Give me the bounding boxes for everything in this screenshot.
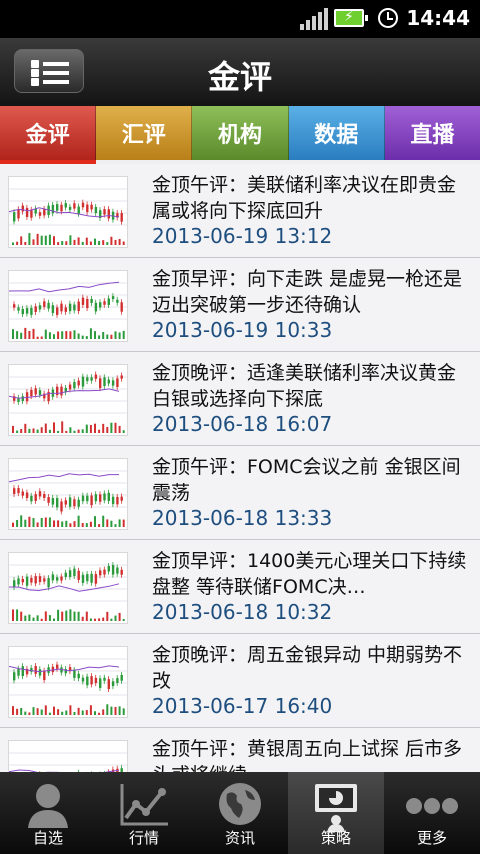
status-time: 14:44 <box>406 6 470 30</box>
list-item[interactable]: 金顶午评：FOMC会议之前 金银区间震荡 2013-06-18 13:33 <box>0 446 480 540</box>
article-date: 2013-06-19 10:33 <box>152 318 333 342</box>
list-item[interactable]: 金顶早评：1400美元心理关口下持续盘整 等待联储FOMC决… 2013-06-… <box>0 540 480 634</box>
nav-label: 更多 <box>416 829 447 847</box>
article-date: 2013-06-17 16:40 <box>152 694 333 718</box>
chart-thumbnail <box>8 458 128 530</box>
tab-gold-review[interactable]: 金评 <box>0 106 97 160</box>
article-date: 2013-06-18 13:33 <box>152 506 333 530</box>
battery-charging-icon: ⚡ <box>334 9 368 27</box>
article-headline: 金顶早评：向下走跌 是虚晃一枪还是迈出突破第一步还待确认 <box>152 268 463 316</box>
nav-more[interactable]: 更多 <box>384 772 480 854</box>
bottom-nav: 自选 行情 资讯 策略 更多 <box>0 772 480 854</box>
category-tabs: 金评 汇评 机构 数据 直播 <box>0 106 480 164</box>
chart-thumbnail <box>8 364 128 436</box>
list-item[interactable]: 金顶晚评：适逢美联储利率决议黄金白银或选择向下探底 2013-06-18 16:… <box>0 352 480 446</box>
line-chart-icon <box>120 784 168 826</box>
article-headline: 金顶午评：FOMC会议之前 金银区间震荡 <box>152 456 461 504</box>
article-headline: 金顶午评：黄银周五向上试探 后市多头或将继续 <box>152 738 463 772</box>
tab-institutions[interactable]: 机构 <box>192 106 289 160</box>
nav-strategy[interactable]: 策略 <box>288 772 384 854</box>
tab-forex-review[interactable]: 汇评 <box>96 106 193 160</box>
status-bar: ⚡ 14:44 <box>0 0 480 38</box>
page-title: 金评 <box>207 58 272 96</box>
article-headline: 金顶早评：1400美元心理关口下持续盘整 等待联储FOMC决… <box>152 550 467 598</box>
list-item[interactable]: 金顶早评：向下走跌 是虚晃一枪还是迈出突破第一步还待确认 2013-06-19 … <box>0 258 480 352</box>
globe-icon <box>219 783 261 825</box>
signal-icon <box>300 8 328 30</box>
chart-thumbnail <box>8 552 128 624</box>
nav-label: 自选 <box>32 829 63 847</box>
person-icon <box>28 784 68 828</box>
article-headline: 金顶晚评：适逢美联储利率决议黄金白银或选择向下探底 <box>152 362 457 410</box>
app-header: 金评 <box>0 38 480 106</box>
list-item[interactable]: 金顶晚评：周五金银异动 中期弱势不改 2013-06-17 16:40 <box>0 634 480 728</box>
article-headline: 金顶午评：美联储利率决议在即贵金属或将向下探底回升 <box>152 174 457 222</box>
nav-label: 资讯 <box>224 829 255 847</box>
presentation-board-icon <box>315 784 357 832</box>
alarm-clock-icon <box>378 8 398 28</box>
article-list[interactable]: 金顶午评：美联储利率决议在即贵金属或将向下探底回升 2013-06-19 13:… <box>0 164 480 772</box>
article-date: 2013-06-18 16:07 <box>152 412 333 436</box>
list-item[interactable]: 金顶午评：黄银周五向上试探 后市多头或将继续 <box>0 728 480 772</box>
nav-news[interactable]: 资讯 <box>192 772 288 854</box>
list-item[interactable]: 金顶午评：美联储利率决议在即贵金属或将向下探底回升 2013-06-19 13:… <box>0 164 480 258</box>
chart-thumbnail <box>8 176 128 248</box>
more-dots-icon <box>406 798 458 814</box>
tab-live[interactable]: 直播 <box>384 106 480 160</box>
tab-data[interactable]: 数据 <box>288 106 385 160</box>
article-date: 2013-06-18 10:32 <box>152 600 333 624</box>
chart-thumbnail <box>8 270 128 342</box>
nav-watchlist[interactable]: 自选 <box>0 772 96 854</box>
chart-thumbnail <box>8 740 128 772</box>
nav-market[interactable]: 行情 <box>96 772 192 854</box>
article-date: 2013-06-19 13:12 <box>152 224 333 248</box>
chart-thumbnail <box>8 646 128 718</box>
article-headline: 金顶晚评：周五金银异动 中期弱势不改 <box>152 644 463 692</box>
nav-label: 行情 <box>128 829 159 847</box>
nav-label: 策略 <box>320 829 351 847</box>
